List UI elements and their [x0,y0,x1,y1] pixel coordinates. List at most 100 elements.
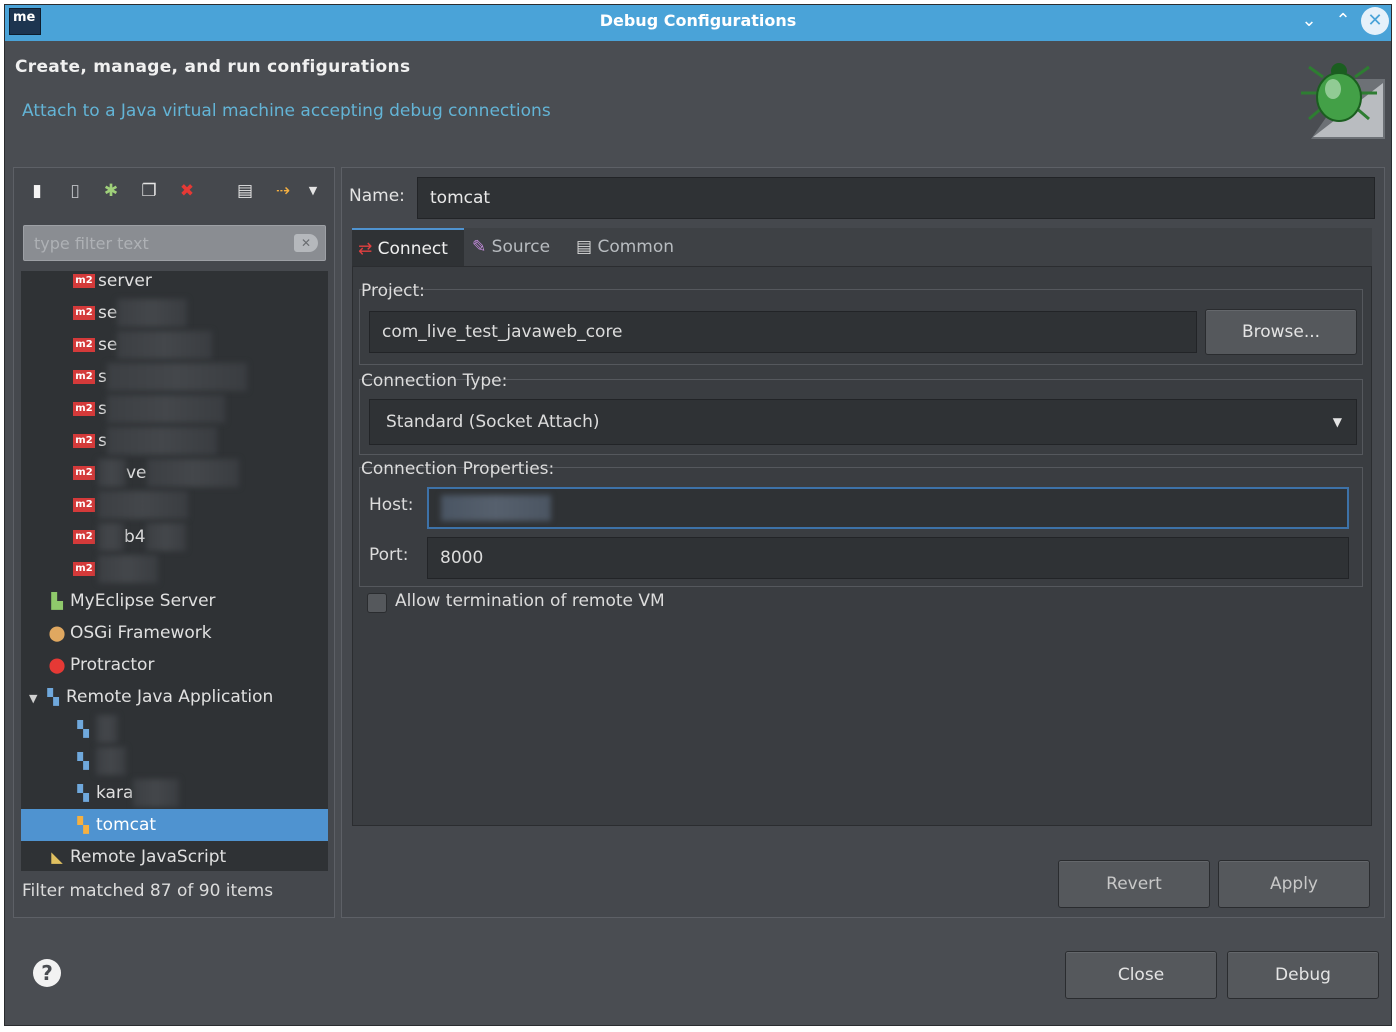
header-title: Create, manage, and run configurations [15,57,411,77]
apply-button[interactable]: Apply [1218,860,1370,908]
tab-common[interactable]: ▤ Common [570,228,690,266]
close-window-button[interactable]: ✕ [1361,7,1389,35]
maximize-button[interactable]: ⌃ [1329,7,1357,35]
debug-bug-icon [1301,63,1385,139]
tree-item[interactable]: m2 server [21,271,328,297]
debug-button[interactable]: Debug [1227,951,1379,999]
config-toolbar: ▮ ▯ ✱ ❐ ✖ ▤ ⇢ ▼ [22,176,327,206]
remote-java-icon: ▚ [77,752,89,770]
header-subtitle: Attach to a Java virtual machine accepti… [22,101,551,121]
export-icon[interactable]: ✱ [100,180,122,202]
tree-item[interactable]: ▚ kara [21,777,328,809]
server-icon: ▙ [51,592,63,610]
tab-label: Source [491,237,551,257]
name-label: Name: [349,186,405,206]
tree-item[interactable]: m2 [21,553,328,585]
tree-item[interactable]: m2 [21,489,328,521]
remote-java-icon: ▚ [77,720,89,738]
common-icon: ▤ [576,237,593,257]
filter-input[interactable] [23,225,326,261]
redacted-text [146,459,239,487]
chevron-down-icon: ▼ [1332,415,1342,429]
expand-arrow-icon[interactable]: ▼ [29,683,43,715]
tree-category-remote-javascript[interactable]: ◣ Remote JavaScript [21,841,328,871]
tab-label: Connect [377,239,448,259]
tree-item-label: MyEclipse Server [70,591,216,611]
tree-category-remote-java-application[interactable]: ▼ ▚ Remote Java Application [21,681,328,713]
remote-java-icon: ▚ [77,816,89,834]
maven-icon: m2 [73,402,95,416]
tree-item[interactable]: ▚ [21,745,328,777]
close-button[interactable]: Close [1065,951,1217,999]
tree-item-tomcat[interactable]: ▚ tomcat [21,809,328,841]
tree-item[interactable]: m2 s [21,361,328,393]
project-label: Project: [361,281,425,301]
name-input[interactable] [417,177,1375,219]
tree-item[interactable]: ▚ [21,713,328,745]
filter-icon[interactable]: ⇢ [272,180,294,202]
connection-type-label: Connection Type: [361,371,508,391]
redacted-text [98,491,188,519]
tab-connect[interactable]: ⇄ Connect [352,228,464,266]
tree-item-label: tomcat [96,815,157,835]
browse-button[interactable]: Browse... [1205,309,1357,355]
new-config-icon[interactable]: ▮ [26,180,48,202]
tree-item[interactable]: m2 b4 [21,521,328,553]
tree-item[interactable]: m2 s [21,425,328,457]
title-bar[interactable]: me Debug Configurations ⌄ ⌃ ✕ [5,5,1391,41]
redacted-text [441,495,551,521]
connection-type-select[interactable]: Standard (Socket Attach) ▼ [369,399,1357,445]
tab-source[interactable]: ✎ Source [466,228,566,266]
delete-icon[interactable]: ✖ [176,180,198,202]
source-icon: ✎ [472,237,487,257]
maven-icon: m2 [73,562,95,576]
tree-category-osgi-framework[interactable]: ⬤ OSGi Framework [21,617,328,649]
configuration-editor-panel: Name: ⇄ Connect ✎ Source ▤ Common Projec… [341,167,1385,918]
duplicate-icon[interactable]: ❐ [138,180,160,202]
tree-item-label: kara [96,783,134,803]
tree-item-label: OSGi Framework [70,623,212,643]
maven-icon: m2 [73,338,95,352]
tree-item-label: se [98,303,118,323]
redacted-text [145,523,186,551]
new-prototype-icon[interactable]: ▯ [64,180,86,202]
tree-category-myeclipse-server[interactable]: ▙ MyEclipse Server [21,585,328,617]
tree-item-label: b4 [124,527,146,547]
remote-java-icon: ▚ [77,784,89,802]
allow-termination-checkbox[interactable] [367,593,387,613]
redacted-text [96,747,126,775]
dropdown-icon[interactable]: ▼ [302,180,324,202]
redacted-text [133,779,180,807]
tree-item[interactable]: m2 s [21,393,328,425]
redacted-text [98,523,124,551]
tree-item-label: se [98,335,118,355]
help-icon[interactable]: ? [33,959,61,987]
redacted-text [117,299,188,327]
host-input[interactable] [427,487,1349,529]
tree-item[interactable]: m2 se [21,329,328,361]
tree-category-protractor[interactable]: ⬤ Protractor [21,649,328,681]
connect-icon: ⇄ [358,239,373,259]
maven-icon: m2 [73,370,95,384]
tree-item-label: s [98,367,107,387]
osgi-icon: ⬤ [48,624,66,642]
window-title: Debug Configurations [599,11,797,30]
configuration-tree[interactable]: m2 server m2 se m2 se m2 s m2 s m2 s m2 ve m2 m… [21,271,328,871]
project-input[interactable] [369,311,1197,353]
tree-item-label: ve [126,463,147,483]
dialog-header: Create, manage, and run configurations A… [5,41,1391,151]
tree-item[interactable]: m2 ve [21,457,328,489]
revert-button[interactable]: Revert [1058,860,1210,908]
redacted-text [98,459,126,487]
minimize-button[interactable]: ⌄ [1295,7,1323,35]
redacted-text [106,395,225,423]
tree-item-label: Remote Java Application [66,687,274,707]
tree-item[interactable]: m2 se [21,297,328,329]
maven-icon: m2 [73,434,95,448]
maven-icon: m2 [73,306,95,320]
port-input[interactable] [427,537,1349,579]
maven-icon: m2 [73,530,95,544]
collapse-all-icon[interactable]: ▤ [234,180,256,202]
clear-filter-icon[interactable]: ✕ [294,234,318,252]
redacted-text [106,427,217,455]
